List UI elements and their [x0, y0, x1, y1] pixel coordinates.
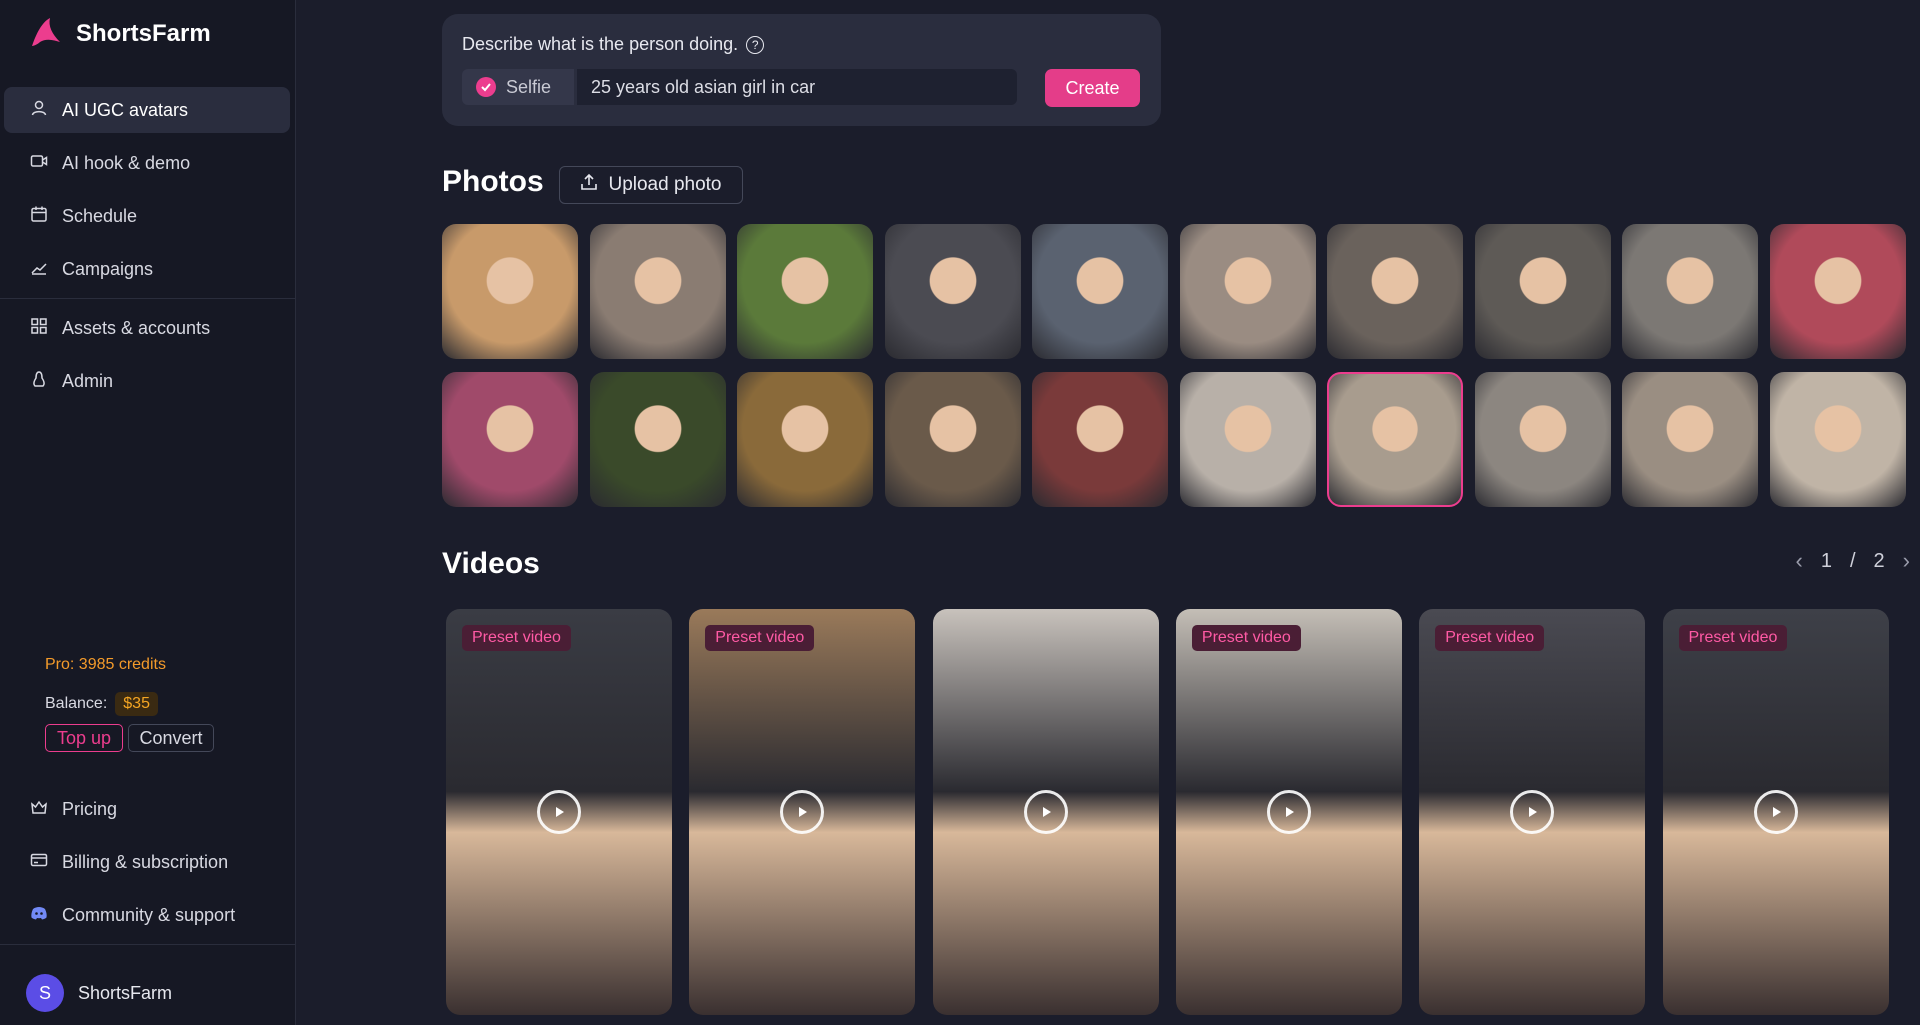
sidebar-item-billing[interactable]: Billing & subscription [4, 839, 290, 885]
help-icon[interactable]: ? [746, 35, 765, 54]
selfie-label: Selfie [506, 76, 552, 97]
sidebar: ShortsFarm AI UGC avatars AI hook & demo… [0, 0, 296, 1025]
prompt-card: Describe what is the person doing. ? Sel… [442, 14, 1161, 126]
photo-thumbnail[interactable] [1769, 372, 1906, 507]
sidebar-item-label: Pricing [62, 798, 118, 819]
convert-button[interactable]: Convert [128, 724, 214, 752]
balance-label: Balance: [45, 695, 108, 712]
sidebar-item-label: Community & support [62, 904, 236, 925]
user-icon [30, 99, 48, 122]
pagination: ‹ 1 / 2 › [1796, 548, 1910, 574]
page-separator: / [1849, 549, 1856, 572]
create-button[interactable]: Create [1045, 69, 1140, 107]
photo-thumbnail[interactable] [442, 224, 578, 359]
preset-video-badge: Preset video [1191, 625, 1301, 651]
calendar-icon [30, 205, 48, 228]
preset-video-badge: Preset video [705, 625, 815, 651]
video-card[interactable]: Preset video [446, 609, 672, 1015]
sidebar-item-community[interactable]: Community & support [4, 892, 290, 938]
credit-card-icon [30, 851, 48, 874]
brand[interactable]: ShortsFarm [26, 14, 211, 54]
sidebar-divider [0, 944, 296, 945]
photo-thumbnail[interactable] [589, 224, 726, 359]
credits-text: Pro: 3985 credits [45, 656, 166, 673]
sidebar-divider [0, 298, 296, 299]
play-icon[interactable] [1023, 790, 1068, 834]
shortsfarm-logo-icon [26, 12, 66, 57]
preset-video-badge: Preset video [1435, 625, 1545, 651]
avatar: S [26, 974, 64, 1012]
photo-thumbnail[interactable] [1474, 372, 1611, 507]
sidebar-item-label: Schedule [62, 205, 138, 226]
photo-thumbnail[interactable] [1474, 224, 1611, 359]
sidebar-item-assets-accounts[interactable]: Assets & accounts [4, 305, 290, 351]
top-up-button[interactable]: Top up [45, 724, 123, 752]
prompt-input[interactable] [577, 69, 1017, 105]
sidebar-item-label: AI hook & demo [62, 152, 191, 173]
photo-thumbnail[interactable] [1327, 224, 1463, 359]
video-card[interactable]: Preset video [1175, 609, 1402, 1015]
photo-thumbnail[interactable] [1179, 372, 1316, 507]
photo-thumbnail[interactable] [884, 224, 1021, 359]
photo-thumbnail[interactable] [884, 372, 1021, 507]
grid-icon [30, 317, 48, 340]
discord-icon [30, 904, 48, 927]
crown-icon [30, 798, 48, 821]
page-current: 1 [1820, 549, 1832, 572]
sidebar-item-ai-hook-demo[interactable]: AI hook & demo [4, 140, 290, 186]
sidebar-item-ai-ugc-avatars[interactable]: AI UGC avatars [4, 87, 290, 133]
sidebar-item-label: Admin [62, 370, 114, 391]
video-card[interactable] [932, 609, 1159, 1015]
prompt-label-row: Describe what is the person doing. ? [462, 34, 765, 55]
photos-title: Photos [442, 165, 544, 198]
play-icon[interactable] [1266, 790, 1311, 834]
upload-photo-button[interactable]: Upload photo [559, 166, 743, 204]
upload-icon [580, 173, 598, 197]
preset-video-badge: Preset video [1678, 625, 1788, 651]
photo-thumbnail[interactable] [1327, 372, 1463, 507]
photo-thumbnail[interactable] [1032, 224, 1168, 359]
photo-thumbnail[interactable] [1032, 372, 1168, 507]
sidebar-item-pricing[interactable]: Pricing [4, 786, 290, 832]
upload-photo-label: Upload photo [608, 174, 722, 195]
user-profile[interactable]: S ShortsFarm [26, 974, 172, 1012]
photo-thumbnail[interactable] [442, 372, 578, 507]
play-icon[interactable] [1753, 790, 1798, 834]
balance-badge: $35 [115, 692, 158, 716]
play-icon[interactable] [537, 790, 581, 834]
balance-row: Balance: $35 [45, 692, 158, 716]
photo-thumbnail[interactable] [1179, 224, 1316, 359]
selfie-toggle[interactable]: Selfie [462, 69, 574, 105]
video-camera-icon [30, 152, 48, 175]
preset-video-badge: Preset video [462, 625, 571, 651]
photo-thumbnail[interactable] [737, 372, 873, 507]
sidebar-item-label: Campaigns [62, 258, 154, 279]
photo-thumbnail[interactable] [1769, 224, 1906, 359]
user-name: ShortsFarm [78, 982, 173, 1003]
photo-thumbnail[interactable] [589, 372, 726, 507]
chevron-left-icon[interactable]: ‹ [1796, 548, 1803, 574]
selfie-checkbox[interactable] [476, 77, 496, 97]
tux-icon [30, 370, 48, 393]
page-total: 2 [1873, 549, 1885, 572]
sidebar-item-schedule[interactable]: Schedule [4, 193, 290, 239]
sidebar-item-campaigns[interactable]: Campaigns [4, 246, 290, 292]
sidebar-item-label: AI UGC avatars [62, 99, 189, 120]
photo-thumbnail[interactable] [737, 224, 873, 359]
brand-name: ShortsFarm [76, 20, 211, 47]
videos-title: Videos [442, 547, 540, 580]
play-icon[interactable] [1510, 790, 1555, 834]
photo-thumbnail[interactable] [1622, 224, 1758, 359]
video-card[interactable]: Preset video [1419, 609, 1646, 1015]
play-icon[interactable] [780, 790, 825, 834]
video-card[interactable]: Preset video [1662, 609, 1889, 1015]
video-card[interactable]: Preset video [689, 609, 916, 1015]
chevron-right-icon[interactable]: › [1903, 548, 1910, 574]
chart-line-icon [30, 258, 48, 281]
prompt-label: Describe what is the person doing. [462, 34, 739, 54]
sidebar-item-label: Assets & accounts [62, 317, 211, 338]
photo-thumbnail[interactable] [1622, 372, 1758, 507]
sidebar-item-label: Billing & subscription [62, 851, 229, 872]
sidebar-item-admin[interactable]: Admin [4, 358, 290, 404]
